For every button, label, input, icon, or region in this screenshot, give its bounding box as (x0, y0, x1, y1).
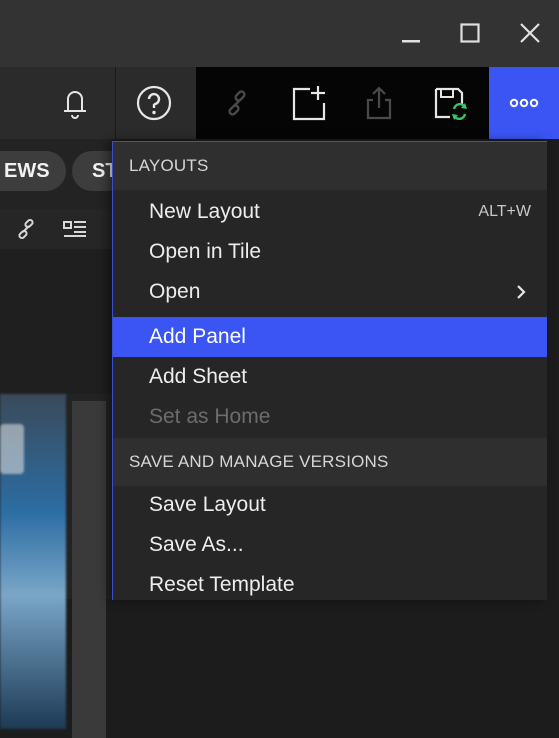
menu-item-label: Reset Template (149, 573, 295, 596)
close-button[interactable] (508, 10, 552, 56)
menu-item-new-layout[interactable]: New Layout ALT+W (113, 192, 547, 232)
chevron-right-icon (517, 285, 526, 299)
panel-content (0, 249, 112, 394)
menu-item-add-panel[interactable]: Add Panel (113, 317, 547, 357)
link-button[interactable] (212, 67, 262, 139)
panel-tools (0, 209, 112, 249)
chart-thumbnail (0, 394, 66, 729)
more-icon (509, 98, 539, 108)
share-button[interactable] (355, 67, 403, 139)
menu-item-add-sheet[interactable]: Add Sheet (113, 357, 547, 397)
menu-item-open[interactable]: Open (113, 272, 547, 312)
new-tile-icon (292, 86, 326, 121)
list-icon[interactable] (62, 217, 88, 246)
maximize-button[interactable] (448, 10, 492, 56)
save-layout-icon (434, 87, 467, 121)
menu-item-set-as-home: Set as Home (113, 397, 547, 437)
menu-item-label: New Layout (149, 200, 260, 223)
menu-item-label: Open (149, 280, 201, 303)
section-header-save-and-manage: SAVE AND MANAGE VERSIONS (113, 438, 547, 486)
views-tab[interactable]: EWS (0, 151, 66, 191)
link-icon[interactable] (14, 217, 38, 246)
menu-item-label: Add Sheet (149, 365, 248, 388)
menu-item-label: Save As... (149, 533, 244, 556)
menu-item-label: Open in Tile (149, 240, 262, 263)
shortcut-label: ALT+W (478, 203, 531, 220)
menu-item-save-layout[interactable]: Save Layout (113, 485, 547, 525)
notifications-button[interactable] (50, 67, 100, 139)
help-button[interactable] (122, 67, 186, 139)
minimize-button[interactable] (389, 10, 433, 56)
help-icon (136, 85, 172, 121)
background-workspace: EWS ST (0, 139, 132, 738)
close-icon (520, 23, 540, 43)
section-header-layouts: LAYOUTS (113, 142, 547, 190)
title-bar (0, 0, 559, 68)
minimize-icon (402, 40, 420, 43)
views-tab-label: EWS (4, 159, 50, 182)
section-header-label: LAYOUTS (129, 156, 209, 175)
menu-item-reset-template[interactable]: Reset Template (113, 565, 547, 605)
menu-item-label: Add Panel (149, 325, 246, 348)
more-options-button[interactable] (489, 67, 559, 139)
maximize-icon (460, 23, 480, 43)
share-icon (366, 86, 392, 120)
panel-scrollbar[interactable] (72, 401, 106, 738)
menu-item-label: Save Layout (149, 493, 266, 516)
save-layout-button[interactable] (425, 67, 475, 139)
section-header-label: SAVE AND MANAGE VERSIONS (129, 452, 389, 471)
layout-options-menu: LAYOUTS New Layout ALT+W Open in Tile Op… (112, 141, 547, 600)
menu-item-save-as[interactable]: Save As... (113, 525, 547, 565)
main-toolbar (0, 67, 559, 139)
link-icon (228, 90, 246, 116)
new-tile-button[interactable] (282, 67, 334, 139)
menu-item-label: Set as Home (149, 405, 271, 428)
menu-item-open-in-tile[interactable]: Open in Tile (113, 232, 547, 272)
bell-icon (64, 91, 86, 119)
